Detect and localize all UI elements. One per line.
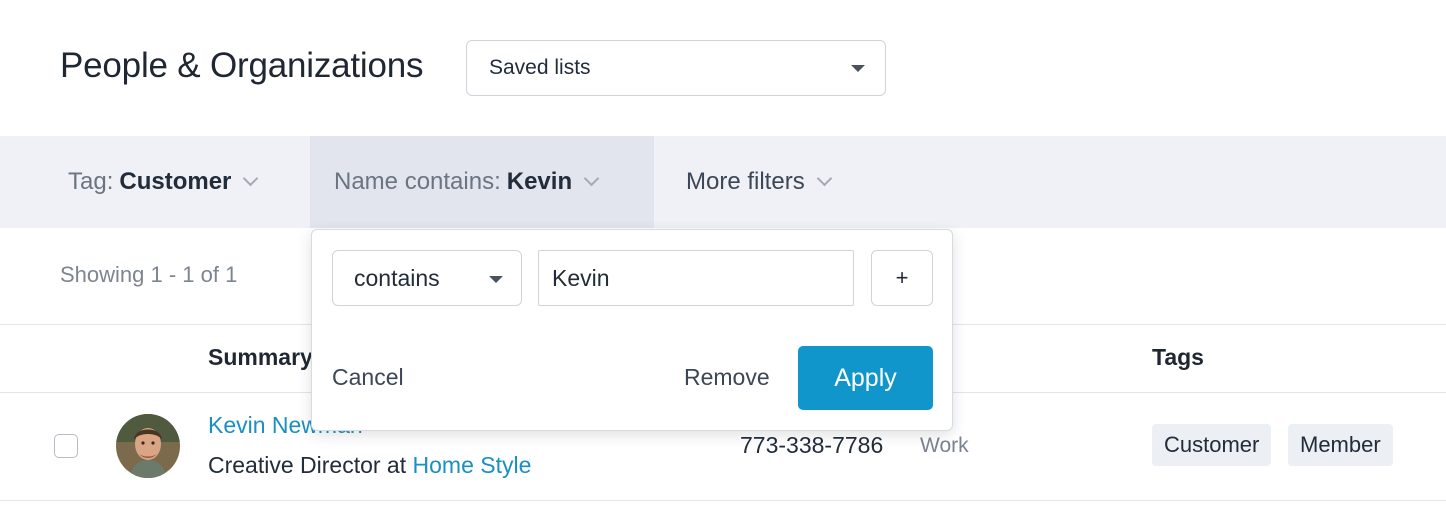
chevron-down-icon — [243, 170, 259, 186]
saved-lists-label: Saved lists — [489, 56, 591, 79]
avatar — [116, 414, 180, 478]
filter-tag-label: Tag: — [68, 168, 114, 195]
operator-value: contains — [354, 264, 440, 291]
row-checkbox[interactable] — [54, 434, 78, 458]
operator-select[interactable]: contains — [332, 250, 522, 306]
filter-popover: contains + Cancel Remove Apply — [311, 229, 953, 431]
column-header-summary[interactable]: Summary — [208, 344, 313, 371]
phone-type: Work — [920, 434, 969, 457]
person-role: Creative Director at Home Style — [208, 452, 531, 479]
filter-bar: Tag: Customer Name contains: Kevin More … — [0, 136, 1446, 228]
remove-button[interactable]: Remove — [684, 364, 770, 391]
more-filters-label: More filters — [686, 168, 805, 195]
more-filters[interactable]: More filters — [686, 136, 832, 228]
filter-name-label: Name contains: — [334, 168, 501, 195]
tag-badge[interactable]: Customer — [1152, 424, 1272, 466]
cancel-button[interactable]: Cancel — [332, 364, 404, 391]
filter-tag[interactable]: Tag: Customer — [68, 136, 259, 228]
results-count: Showing 1 - 1 of 1 — [60, 262, 238, 287]
filter-name[interactable]: Name contains: Kevin — [310, 136, 654, 228]
phone-number: 773-338-7786 — [740, 432, 884, 458]
caret-down-icon — [851, 65, 865, 72]
chevron-down-icon — [583, 170, 600, 186]
person-role-title: Creative Director at — [208, 452, 407, 478]
apply-button[interactable]: Apply — [798, 346, 933, 410]
filter-tag-value: Customer — [119, 168, 232, 195]
saved-lists-dropdown[interactable]: Saved lists — [466, 40, 886, 96]
filter-name-value: Kevin — [506, 168, 573, 195]
tag-badge[interactable]: Member — [1288, 424, 1393, 466]
caret-down-icon — [489, 276, 503, 283]
divider — [0, 500, 1446, 501]
column-header-tags[interactable]: Tags — [1152, 344, 1204, 371]
add-condition-button[interactable]: + — [871, 250, 933, 306]
page-title: People & Organizations — [60, 46, 424, 85]
filter-value-input[interactable] — [538, 250, 854, 306]
organization-link[interactable]: Home Style — [413, 452, 532, 478]
chevron-down-icon — [816, 170, 832, 186]
